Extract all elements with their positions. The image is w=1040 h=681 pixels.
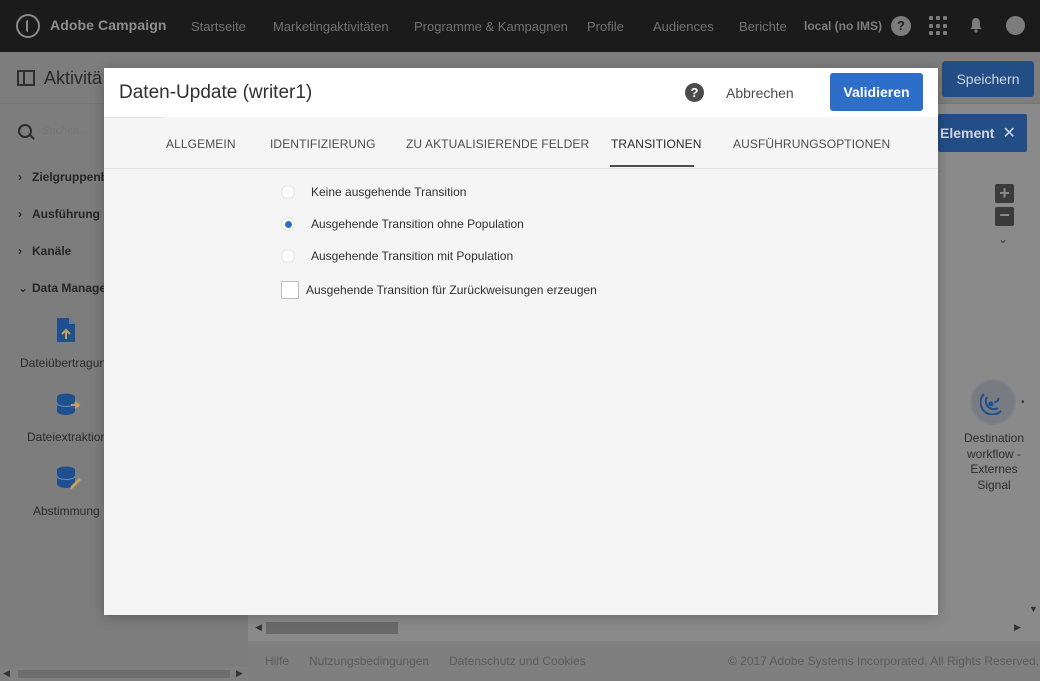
- chevron-right-icon: ›: [18, 244, 22, 258]
- scrollbar-thumb[interactable]: [266, 622, 398, 634]
- sidebar-horizontal-scrollbar[interactable]: ◀ ▶: [0, 667, 248, 681]
- database-edit-icon[interactable]: [56, 466, 82, 492]
- notification-bell-icon[interactable]: [969, 17, 983, 33]
- dialog-tabs: ALLGEMEIN IDENTIFIZIERUNG ZU AKTUALISIER…: [104, 117, 938, 169]
- tab-zu-aktualisierende-felder[interactable]: ZU AKTUALISIERENDE FELDER: [406, 137, 589, 151]
- radio-label[interactable]: Ausgehende Transition ohne Population: [311, 217, 524, 231]
- footer-link-nutzungsbedingungen[interactable]: Nutzungsbedingungen: [309, 654, 429, 668]
- radio-option-transition-with-population[interactable]: Ausgehende Transition mit Population: [281, 248, 513, 264]
- sidebar-section-label: Data Manage: [32, 281, 107, 295]
- radio-option-transition-without-population[interactable]: Ausgehende Transition ohne Population: [281, 216, 524, 232]
- zoom-in-icon[interactable]: +: [995, 184, 1014, 203]
- search-icon: [18, 124, 32, 138]
- node-connector[interactable]: •: [1021, 397, 1025, 408]
- tabs-divider: [104, 117, 164, 118]
- nav-link-berichte[interactable]: Berichte: [739, 19, 787, 34]
- chevron-right-icon: ›: [18, 170, 22, 184]
- radio-button[interactable]: [281, 185, 295, 199]
- adobe-campaign-logo-icon[interactable]: [16, 14, 40, 38]
- toggle-panel-icon[interactable]: [17, 70, 35, 86]
- node-label: Destination workflow - Externes Signal: [963, 431, 1025, 492]
- sidebar-section-kanaele[interactable]: › Kanäle: [18, 244, 71, 258]
- nav-link-marketingaktivitaeten[interactable]: Marketingaktivitäten: [273, 19, 389, 34]
- footer-link-hilfe[interactable]: Hilfe: [265, 654, 289, 668]
- scroll-left-arrow-icon[interactable]: ◀: [255, 622, 262, 633]
- radio-label[interactable]: Ausgehende Transition mit Population: [311, 249, 513, 263]
- nav-link-programme-kampagnen[interactable]: Programme & Kampagnen: [414, 19, 568, 34]
- brand-name[interactable]: Adobe Campaign: [50, 17, 167, 33]
- radio-button-selected[interactable]: [281, 217, 295, 231]
- data-update-dialog: Daten-Update (writer1) ? Abbrechen Valid…: [104, 68, 938, 615]
- rejection-transition-checkbox-row[interactable]: Ausgehende Transition für Zurückweisunge…: [281, 281, 597, 299]
- tab-identifizierung[interactable]: IDENTIFIZIERUNG: [270, 137, 376, 151]
- element-close-button[interactable]: Element ✕: [938, 114, 1027, 152]
- radio-option-no-transition[interactable]: Keine ausgehende Transition: [281, 184, 466, 200]
- activity-dateiextraktion[interactable]: Dateiextraktion: [27, 430, 107, 444]
- activity-dateiuebertragung[interactable]: Dateiübertragun: [20, 356, 106, 370]
- sidebar-section-label: Zielgruppenb: [32, 170, 108, 184]
- user-avatar[interactable]: [1006, 16, 1025, 35]
- radio-button[interactable]: [281, 249, 295, 263]
- checkbox-label[interactable]: Ausgehende Transition für Zurückweisunge…: [306, 283, 597, 297]
- zoom-out-icon[interactable]: −: [995, 206, 1014, 226]
- validate-button[interactable]: Validieren: [830, 73, 923, 111]
- scroll-right-arrow-icon[interactable]: ▶: [236, 668, 243, 679]
- nav-link-audiences[interactable]: Audiences: [653, 19, 714, 34]
- sidebar-section-ausfuehrung[interactable]: › Ausführung: [18, 207, 100, 221]
- dialog-header: Daten-Update (writer1) ? Abbrechen Valid…: [104, 68, 938, 117]
- save-button[interactable]: Speichern: [942, 61, 1034, 97]
- sidebar-section-data-management[interactable]: ⌄ Data Manage: [18, 281, 106, 295]
- element-label: Element: [940, 125, 995, 141]
- file-upload-icon[interactable]: [56, 317, 76, 343]
- radio-label[interactable]: Keine ausgehende Transition: [311, 185, 466, 199]
- scrollbar-thumb[interactable]: [18, 670, 230, 678]
- canvas-horizontal-scrollbar[interactable]: ◀ ▶: [252, 621, 1024, 635]
- chevron-down-icon: ⌄: [18, 281, 29, 295]
- sidebar-section-zielgruppen[interactable]: › Zielgruppenb: [18, 170, 108, 184]
- close-icon: ✕: [1002, 125, 1016, 142]
- chevron-right-icon: ›: [18, 207, 22, 221]
- scroll-right-arrow-icon[interactable]: ▶: [1014, 622, 1021, 633]
- help-icon[interactable]: ?: [891, 16, 911, 36]
- tab-ausfuehrungsoptionen[interactable]: AUSFÜHRUNGSOPTIONEN: [733, 137, 890, 151]
- environment-label: local (no IMS): [804, 19, 882, 33]
- dialog-title: Daten-Update (writer1): [119, 82, 313, 103]
- apps-grid-icon[interactable]: [929, 16, 949, 36]
- external-signal-node[interactable]: [970, 379, 1016, 425]
- chevron-down-icon[interactable]: ⌄: [998, 232, 1008, 246]
- copyright-text: © 2017 Adobe Systems Incorporated. All R…: [728, 654, 1040, 668]
- tab-allgemein[interactable]: ALLGEMEIN: [166, 137, 236, 151]
- sidebar-section-label: Ausführung: [32, 207, 100, 221]
- nav-link-profile[interactable]: Profile: [587, 19, 624, 34]
- nav-link-startseite[interactable]: Startseite: [191, 19, 246, 34]
- signal-icon: [980, 393, 1002, 415]
- scroll-left-arrow-icon[interactable]: ◀: [3, 668, 10, 679]
- database-export-icon[interactable]: [56, 393, 82, 417]
- help-icon[interactable]: ?: [685, 83, 704, 102]
- cancel-button[interactable]: Abbrechen: [726, 81, 794, 105]
- scroll-down-arrow-icon[interactable]: ▼: [1029, 604, 1038, 614]
- footer-link-datenschutz[interactable]: Datenschutz und Cookies: [449, 654, 586, 668]
- active-tab-indicator: [610, 165, 694, 167]
- tab-transitionen[interactable]: TRANSITIONEN: [611, 137, 702, 151]
- sidebar-section-label: Kanäle: [32, 244, 72, 258]
- activity-abstimmung[interactable]: Abstimmung: [33, 504, 100, 518]
- rejection-transition-checkbox[interactable]: [281, 281, 299, 299]
- page-title: Aktivitä: [44, 68, 103, 88]
